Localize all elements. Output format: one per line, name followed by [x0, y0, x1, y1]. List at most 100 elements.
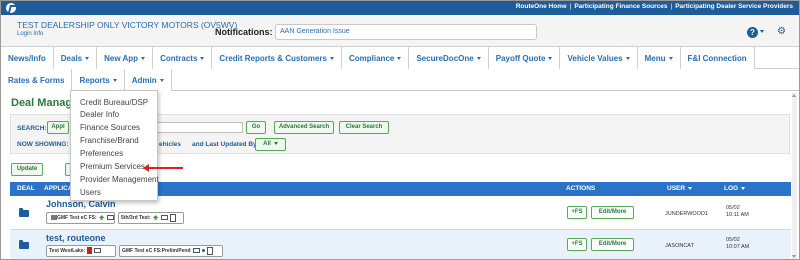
chevron-down-icon	[548, 56, 553, 60]
menu-item-provider-management[interactable]: Provider Management	[80, 175, 159, 184]
search-label: SEARCH:	[17, 125, 47, 132]
menu-item-users[interactable]: Users	[80, 188, 101, 197]
mail-icon	[192, 248, 200, 254]
help-caret-icon[interactable]	[760, 27, 770, 37]
nav-vehicle-values[interactable]: Vehicle Values	[560, 47, 638, 69]
nav-deals[interactable]: Deals	[53, 47, 98, 69]
scroll-up-icon[interactable]	[792, 94, 796, 97]
last-updated-label: and Last Updated By	[192, 141, 257, 148]
gear-icon[interactable]: ⚙	[777, 27, 787, 37]
chevron-down-icon	[330, 56, 334, 60]
user-cell: JASONCAT	[665, 243, 694, 249]
info-dot-icon	[201, 249, 205, 253]
chevron-down-icon	[112, 78, 117, 82]
edit-more-button[interactable]: Edit/More	[591, 206, 634, 219]
chevron-down-icon	[476, 56, 481, 60]
notifications-label: Notifications:	[215, 27, 273, 37]
menu-item-premium-services[interactable]: Premium Services	[80, 162, 145, 171]
nav-securedocone[interactable]: SecureDocOne	[409, 47, 489, 69]
nav-row-2: Rates & Forms Reports Admin	[1, 69, 172, 91]
folder-icon[interactable]	[19, 240, 29, 249]
dealer-name: TEST DEALERSHIP ONLY VICTORY MOTORS (OV5…	[17, 20, 238, 30]
routeone-home-link[interactable]: RouteOne Home	[516, 3, 567, 10]
menu-item-dealer-info[interactable]: Dealer Info	[80, 110, 119, 119]
applicant-filter-button[interactable]: Appl	[47, 121, 69, 134]
edit-more-button[interactable]: Edit/More	[591, 238, 634, 251]
participating-dealer-service-providers-link[interactable]: Participating Dealer Service Providers	[675, 3, 793, 10]
mail-icon	[160, 215, 168, 221]
update-button[interactable]: Update	[11, 163, 43, 176]
finance-source-status[interactable]: GMF Test eC FS:Prelim/Pend	[119, 245, 223, 257]
arrow-up-icon	[152, 215, 159, 221]
col-actions: ACTIONS	[566, 185, 596, 192]
scroll-down-icon[interactable]	[792, 255, 796, 258]
chevron-down-icon	[200, 56, 205, 60]
nav-news-info[interactable]: News/Info	[1, 47, 54, 69]
nav-menu[interactable]: Menu	[637, 47, 681, 69]
col-applicant[interactable]: APPLICA	[44, 185, 73, 192]
col-deal: DEAL	[17, 185, 35, 192]
nav-fi-connection[interactable]: F&I Connection	[680, 47, 755, 69]
finance-source-status[interactable]: 5th/3rd Test:	[118, 212, 184, 224]
menu-item-preferences[interactable]: Preferences	[80, 149, 123, 158]
finance-source-status[interactable]: Test WestLake:	[46, 245, 116, 257]
nav-rates-forms[interactable]: Rates & Forms	[1, 69, 73, 91]
now-showing-label: NOW SHOWING:	[17, 141, 69, 148]
mail-icon	[106, 215, 114, 221]
menu-item-credit-bureau-dsp[interactable]: Credit Bureau/DSP	[80, 98, 148, 107]
login-info-link[interactable]: Login Info	[17, 31, 43, 37]
col-log[interactable]: LOG	[724, 185, 746, 192]
document-icon	[206, 246, 213, 255]
chevron-down-icon	[141, 56, 146, 60]
chevron-down-icon	[625, 56, 630, 60]
menu-item-franchise-brand[interactable]: Franchise/Brand	[80, 136, 139, 145]
user-cell: JUNDERWOOD1	[665, 211, 708, 217]
col-user[interactable]: USER	[667, 185, 693, 192]
advanced-search-button[interactable]: Advanced Search	[274, 121, 334, 134]
nav-new-app[interactable]: New App	[97, 47, 154, 69]
add-finance-source-button[interactable]: +FS	[567, 206, 587, 219]
nav-reports[interactable]: Reports	[72, 69, 125, 91]
alert-icon	[87, 247, 93, 255]
search-input[interactable]	[157, 122, 243, 133]
nav-row-1: News/Info Deals New App Contracts Credit…	[1, 47, 799, 69]
nav-admin[interactable]: Admin	[124, 69, 172, 91]
red-arrow-annotation	[143, 164, 183, 172]
top-links: RouteOne Home | Participating Finance Sour…	[515, 3, 793, 10]
notifications-field[interactable]: AAN Generation Issue	[275, 24, 537, 40]
admin-dropdown-menu: Credit Bureau/DSP Dealer Info Finance So…	[70, 90, 159, 201]
header: TEST DEALERSHIP ONLY VICTORY MOTORS (OV5…	[1, 15, 799, 47]
main-nav: News/Info Deals New App Contracts Credit…	[1, 47, 799, 91]
folder-icon[interactable]	[19, 208, 29, 217]
mail-icon	[94, 248, 102, 254]
nav-payoff-quote[interactable]: Payoff Quote	[488, 47, 561, 69]
app-window: RouteOne Home | Participating Finance Sour…	[0, 0, 800, 260]
log-cell: 05/02 10:07 AM	[726, 237, 750, 250]
help-icon[interactable]: ?	[747, 27, 758, 38]
add-finance-source-button[interactable]: +FS	[567, 238, 587, 251]
chevron-down-icon	[668, 56, 673, 60]
sort-caret-icon	[741, 187, 746, 190]
chevron-down-icon	[397, 56, 402, 60]
finance-source-status[interactable]: GMF Test eC FS:	[46, 212, 115, 224]
nav-contracts[interactable]: Contracts	[153, 47, 213, 69]
page-title: Deal Manag	[11, 97, 73, 109]
menu-item-finance-sources[interactable]: Finance Sources	[80, 123, 140, 132]
clear-search-button[interactable]: Clear Search	[339, 121, 389, 134]
log-cell: 05/02 10:11 AM	[726, 205, 749, 218]
participating-finance-sources-link[interactable]: Participating Finance Sources	[574, 3, 667, 10]
arrow-up-icon	[98, 215, 105, 221]
nav-credit-reports[interactable]: Credit Reports & Customers	[212, 47, 342, 69]
table-row: test, routeone Test WestLake: GMF Test e…	[10, 230, 791, 259]
go-button[interactable]: Go	[246, 121, 266, 134]
chevron-down-icon	[273, 142, 278, 145]
nav-compliance[interactable]: Compliance	[342, 47, 410, 69]
applicant-name-link[interactable]: test, routeone	[46, 233, 106, 243]
table-row: Johnson, Calvin GMF Test eC FS: 5th/3rd …	[10, 196, 791, 230]
top-bar: RouteOne Home | Participating Finance Sour…	[1, 1, 799, 15]
all-users-select[interactable]: All	[255, 138, 286, 151]
vehicles-text: ehicles	[159, 141, 182, 148]
vertical-scrollbar[interactable]	[792, 93, 797, 259]
document-icon	[169, 213, 176, 222]
routeone-logo-icon[interactable]	[6, 3, 16, 13]
